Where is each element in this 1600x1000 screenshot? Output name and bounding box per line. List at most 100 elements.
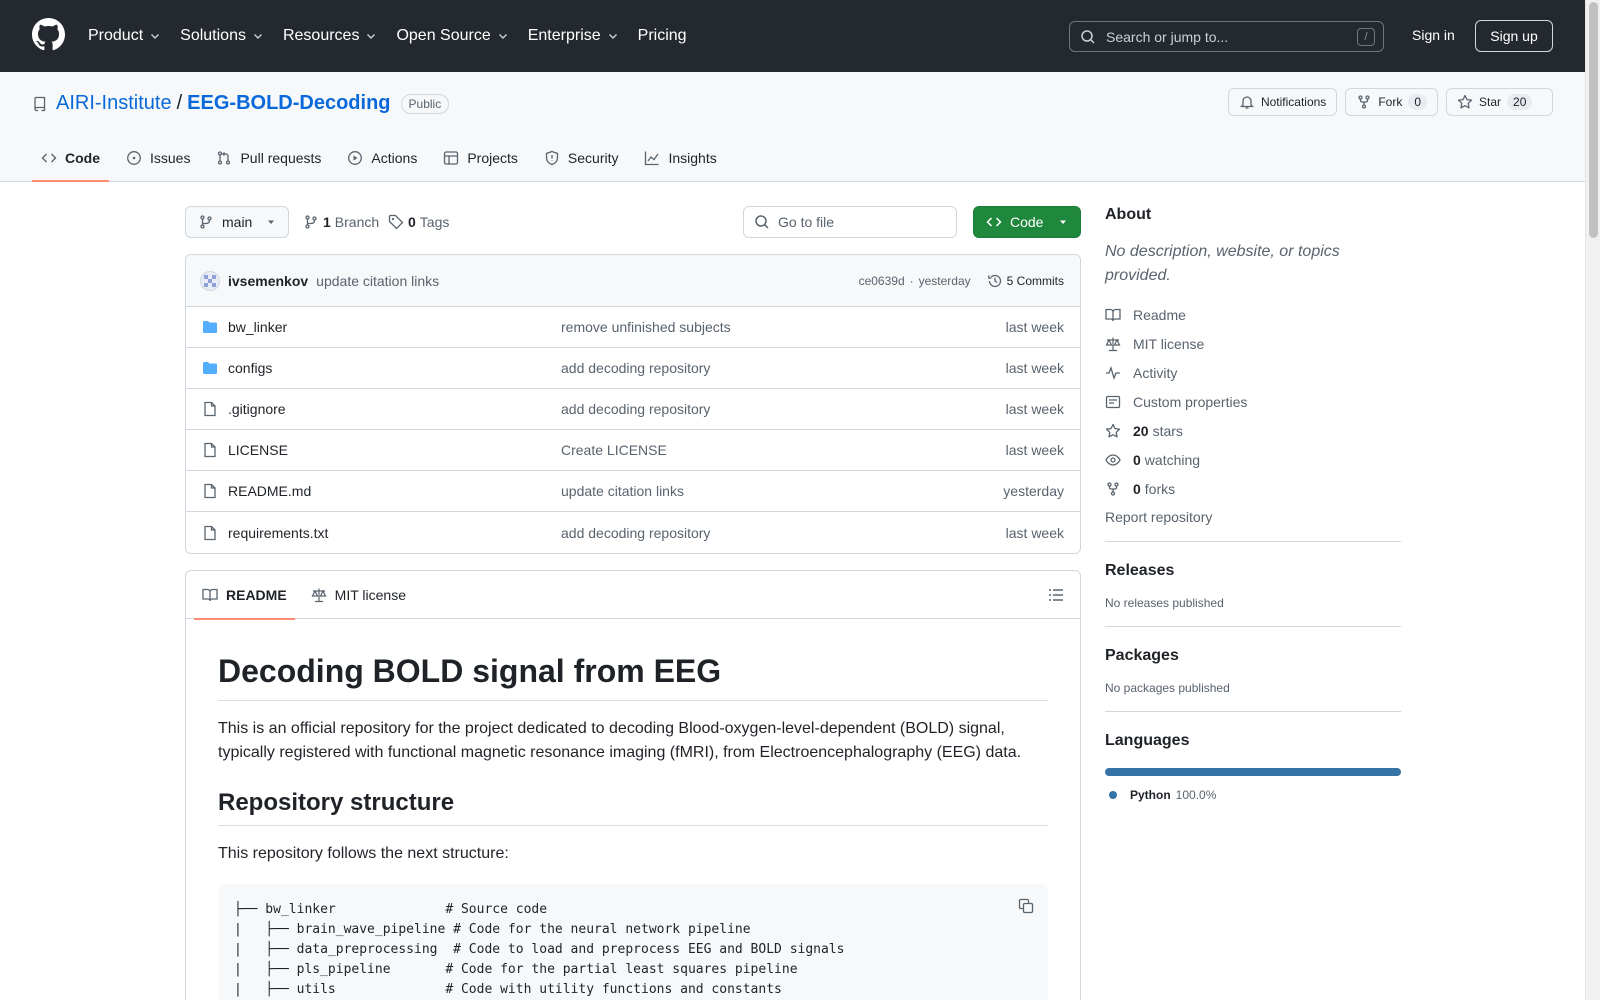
tab-label: Projects <box>467 150 518 166</box>
file-commit-message[interactable]: add decoding repository <box>561 525 710 541</box>
chevron-down-icon <box>253 34 262 39</box>
file-name[interactable]: configs <box>228 360 561 376</box>
tab-readme[interactable]: README <box>194 571 295 620</box>
repo-owner-link[interactable]: AIRI-Institute <box>56 92 172 115</box>
tab-label: Pull requests <box>240 150 322 166</box>
branch-icon <box>200 215 212 229</box>
bell-icon <box>1239 96 1255 109</box>
readme-link[interactable]: Readme <box>1105 300 1401 329</box>
notifications-label: Notifications <box>1260 95 1327 109</box>
file-commit-message[interactable]: add decoding repository <box>561 360 710 376</box>
nav-enterprise[interactable]: Enterprise <box>528 27 619 45</box>
packages-heading[interactable]: Packages <box>1105 647 1401 665</box>
file-name[interactable]: bw_linker <box>228 319 561 335</box>
book-icon <box>1105 308 1121 321</box>
file-row[interactable]: configs add decoding repository last wee… <box>186 348 1080 389</box>
file-name[interactable]: LICENSE <box>228 442 561 458</box>
branch-label: Branch <box>334 214 380 230</box>
tab-projects[interactable]: Projects <box>434 134 527 182</box>
nav-open-source[interactable]: Open Source <box>396 27 508 45</box>
code-dropdown-button[interactable]: Code <box>973 206 1081 238</box>
notifications-button[interactable]: Notifications <box>1227 88 1338 116</box>
avatar[interactable] <box>200 270 220 291</box>
activity-link[interactable]: Activity <box>1105 358 1401 387</box>
watching-link[interactable]: 0 watching <box>1105 445 1401 474</box>
star-icon <box>1457 94 1473 109</box>
license-link[interactable]: MIT license <box>1105 329 1401 358</box>
tab-pull-requests[interactable]: Pull requests <box>207 134 330 182</box>
tab-security[interactable]: Security <box>535 134 628 182</box>
file-icon <box>204 525 216 540</box>
report-repository-link[interactable]: Report repository <box>1105 509 1401 525</box>
tags-link[interactable]: 0 Tags <box>388 214 449 230</box>
github-logo-icon[interactable] <box>32 18 65 51</box>
branch-selector[interactable]: main <box>185 206 289 238</box>
file-commit-message[interactable]: update citation links <box>561 483 684 499</box>
nav-pricing[interactable]: Pricing <box>638 27 687 45</box>
scrollbar-thumb[interactable] <box>1589 2 1598 238</box>
star-button[interactable]: Star 20 <box>1446 88 1553 116</box>
link-label: watching <box>1144 451 1201 468</box>
book-icon <box>202 588 218 602</box>
link-label: forks <box>1144 480 1176 497</box>
global-header: Product Solutions Resources Open Source … <box>0 0 1585 72</box>
repo-actions: Notifications Fork 0 Star 20 <box>1220 88 1553 116</box>
tab-label: Security <box>567 150 619 166</box>
tab-issues[interactable]: Issues <box>117 134 199 182</box>
nav-resources[interactable]: Resources <box>283 27 377 45</box>
branch-name: main <box>222 214 253 230</box>
tab-insights[interactable]: Insights <box>635 134 725 182</box>
file-name[interactable]: .gitignore <box>228 401 561 417</box>
nav-product[interactable]: Product <box>88 27 161 45</box>
list-toc-icon[interactable] <box>1048 587 1064 603</box>
fork-button[interactable]: Fork 0 <box>1345 88 1438 116</box>
branches-link[interactable]: 1 Branch <box>303 214 379 230</box>
stars-link[interactable]: 20 stars <box>1105 416 1401 445</box>
language-item[interactable]: Python 100.0% <box>1105 788 1401 802</box>
forks-link[interactable]: 0 forks <box>1105 474 1401 503</box>
code-icon <box>986 217 1002 227</box>
nav-label: Resources <box>282 27 360 44</box>
tab-actions[interactable]: Actions <box>338 134 426 182</box>
commit-sha[interactable]: ce0639d <box>859 274 905 288</box>
global-search-input[interactable]: Search or jump to... / <box>1069 21 1384 52</box>
file-row[interactable]: .gitignore add decoding repository last … <box>186 389 1080 430</box>
file-name[interactable]: README.md <box>228 483 561 499</box>
tab-license[interactable]: MIT license <box>303 571 414 619</box>
languages-section: Languages Python 100.0% <box>1105 711 1401 802</box>
file-commit-message[interactable]: Create LICENSE <box>561 442 667 458</box>
link-label: Activity <box>1133 364 1178 381</box>
copy-icon[interactable] <box>1018 898 1034 914</box>
file-row[interactable]: README.md update citation links yesterda… <box>186 471 1080 512</box>
releases-heading[interactable]: Releases <box>1105 562 1401 580</box>
custom-properties-link[interactable]: Custom properties <box>1105 387 1401 416</box>
code-icon <box>41 153 57 163</box>
file-commit-message[interactable]: remove unfinished subjects <box>561 319 731 335</box>
sign-up-button[interactable]: Sign up <box>1475 20 1553 52</box>
tab-code[interactable]: Code <box>32 134 109 182</box>
file-name[interactable]: requirements.txt <box>228 525 561 541</box>
folder-icon <box>203 321 217 333</box>
commits-count: 5 Commits <box>1006 273 1064 288</box>
tab-label: README <box>226 587 287 603</box>
file-date: last week <box>1005 524 1064 541</box>
file-row[interactable]: LICENSE Create LICENSE last week <box>186 430 1080 471</box>
page-scrollbar[interactable] <box>1585 0 1600 1000</box>
file-commit-message[interactable]: add decoding repository <box>561 401 710 417</box>
fork-icon <box>1358 95 1370 109</box>
sign-in-link[interactable]: Sign in <box>1412 27 1455 43</box>
commit-message[interactable]: update citation links <box>316 273 439 289</box>
readme-tabs: README MIT license <box>186 571 1080 620</box>
repo-name-link[interactable]: EEG-BOLD-Decoding <box>187 92 390 115</box>
go-to-file-input[interactable]: Go to file <box>743 206 957 238</box>
commits-history-link[interactable]: 5 Commits <box>987 273 1064 289</box>
file-row[interactable]: requirements.txt add decoding repository… <box>186 512 1080 553</box>
file-icon <box>204 401 216 417</box>
law-icon <box>1105 337 1121 351</box>
caret-down-icon <box>1060 220 1066 224</box>
file-row[interactable]: bw_linker remove unfinished subjects las… <box>186 307 1080 348</box>
nav-solutions[interactable]: Solutions <box>180 27 264 45</box>
history-icon <box>987 274 1001 287</box>
fork-count: 0 <box>1408 94 1427 110</box>
commit-author[interactable]: ivsemenkov <box>228 273 308 289</box>
